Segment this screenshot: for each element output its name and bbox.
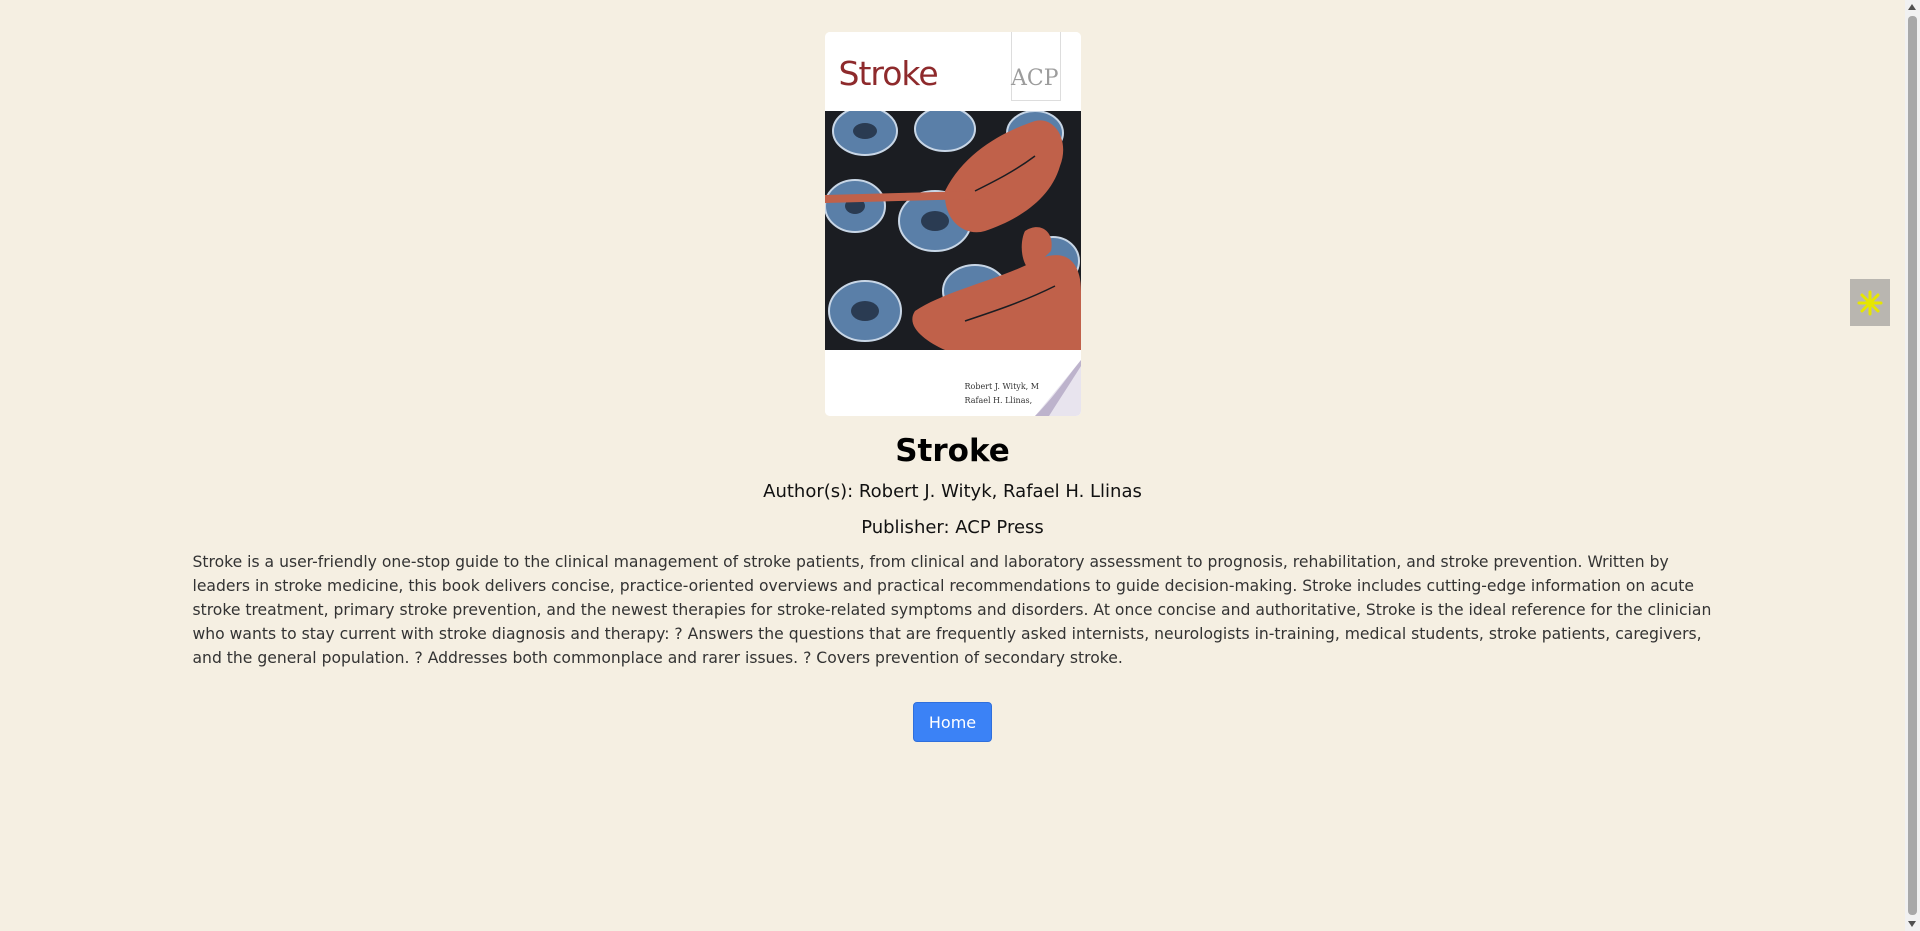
book-authors: Author(s): Robert J. Wityk, Rafael H. Ll… (763, 481, 1142, 502)
cover-title-text: Stroke (838, 54, 939, 93)
book-description: Stroke is a user-friendly one-stop guide… (192, 553, 1712, 667)
scroll-up-arrow-icon[interactable] (1908, 4, 1916, 10)
book-title: Stroke (895, 433, 1010, 469)
page-curl-graphic (1034, 360, 1081, 416)
book-detail-container: Stroke ACP Robert J. Wityk, M Rafael H. … (193, 0, 1713, 742)
cover-footer: Robert J. Wityk, M Rafael H. Llinas, (824, 350, 1081, 416)
cover-author-line: Robert J. Wityk, M (964, 382, 1039, 391)
book-publisher: Publisher: ACP Press (861, 517, 1044, 538)
cover-artwork (824, 111, 1081, 350)
home-button[interactable]: Home (912, 702, 993, 742)
book-detail-page: Stroke ACP Robert J. Wityk, M Rafael H. … (0, 0, 1905, 931)
cover-header: Stroke ACP (824, 32, 1081, 111)
vertical-scrollbar[interactable] (1905, 0, 1920, 931)
scrollbar-thumb[interactable] (1908, 16, 1917, 915)
scroll-down-arrow-icon[interactable] (1908, 921, 1916, 927)
book-cover-image: Stroke ACP Robert J. Wityk, M Rafael H. … (824, 32, 1081, 416)
asterisk-flower-icon (1857, 290, 1883, 315)
cover-publisher-mark: ACP (1010, 66, 1059, 91)
side-widget-button[interactable] (1850, 279, 1890, 326)
cover-author-line: Rafael H. Llinas, (964, 396, 1033, 405)
cover-authors: Robert J. Wityk, M Rafael H. Llinas, (965, 380, 1039, 408)
